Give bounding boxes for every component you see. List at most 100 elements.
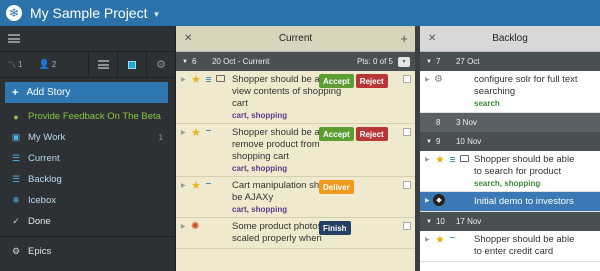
iteration-date: 27 Oct [455, 57, 480, 66]
reject-button[interactable]: Reject [355, 127, 388, 141]
select-checkbox[interactable] [403, 181, 411, 189]
add-story-icon[interactable]: + [400, 31, 408, 46]
star-icon: ★ [191, 180, 201, 192]
sidebar-item-feedback[interactable]: ● Provide Feedback On The Beta [0, 106, 175, 127]
deliver-button[interactable]: Deliver [319, 180, 354, 194]
close-icon[interactable]: ✕ [428, 33, 436, 44]
story-labels[interactable]: search [474, 99, 600, 108]
divider [0, 236, 175, 237]
story-item[interactable]: ▶ ★ Shopper should be able to search for… [420, 151, 600, 192]
iteration-date: 3 Nov [456, 118, 477, 127]
story-item[interactable]: ▶ ★ Shopper should be able to remove pro… [176, 124, 415, 177]
finish-button[interactable]: Finish [319, 221, 351, 235]
current-panel-header: ✕ Current + [176, 26, 415, 52]
estimate-icon [450, 237, 455, 244]
story-labels[interactable]: cart, shopping [232, 205, 415, 214]
add-story-label: Add Story [26, 87, 71, 98]
reject-button[interactable]: Reject [355, 74, 388, 88]
list-icon [97, 60, 109, 69]
story-labels[interactable]: search, shopping [474, 179, 600, 188]
estimate-icon [206, 77, 211, 84]
close-icon[interactable]: ✕ [184, 33, 192, 44]
list-view-button[interactable] [88, 51, 117, 78]
collapse-icon[interactable]: ▼ [426, 139, 432, 145]
iteration-date: 17 Nov [455, 217, 482, 226]
star-icon: ★ [435, 154, 445, 166]
expand-icon[interactable]: ▶ [181, 76, 186, 83]
snowflake-icon[interactable]: ❄ [6, 5, 22, 21]
gear-icon: ⚙ [11, 246, 21, 256]
toggle-icon[interactable]: ▾ [398, 56, 410, 67]
collapse-icon[interactable]: ▼ [426, 59, 432, 65]
story-item[interactable]: ▶ ★ Cart manipulation should be AJAXy ca… [176, 177, 415, 218]
accept-button[interactable]: Accept [319, 127, 354, 141]
story-item[interactable]: ▶ ★ Shopper should be able to enter cred… [420, 231, 600, 262]
star-icon: ★ [435, 234, 445, 246]
menu-icon[interactable] [8, 34, 20, 43]
settings-button[interactable]: ⚙ [146, 51, 175, 78]
chevron-down-icon[interactable]: ▼ [152, 10, 160, 19]
iteration-date: 10 Nov [455, 137, 482, 146]
velocity-icon: 〽 [7, 60, 17, 70]
sidebar-item-done[interactable]: ✓ Done [0, 211, 175, 232]
expand-icon[interactable]: ▶ [425, 197, 430, 204]
sidebar: 〽 1 👤 2 ⚙ + Add Story ● Provide Feedback On … [0, 26, 175, 271]
sidebar-item-label: Epics [28, 246, 52, 257]
collapse-icon[interactable]: ▼ [426, 219, 432, 225]
iteration-header[interactable]: ▼ 9 10 Nov [420, 132, 600, 151]
iteration-header[interactable]: ▼ 7 27 Oct [420, 52, 600, 71]
sidebar-item-my-work[interactable]: ▣ My Work 1 [0, 127, 175, 148]
iteration-header[interactable]: ▼ 10 17 Nov [420, 212, 600, 231]
expand-icon[interactable]: ▶ [181, 129, 186, 136]
sidebar-item-label: Done [28, 216, 51, 227]
story-item[interactable]: ▶ ✺ Some product photos not scaled prope… [176, 218, 415, 249]
iteration-header[interactable]: 8 3 Nov [420, 113, 600, 132]
star-icon: ★ [191, 74, 201, 86]
add-story-button[interactable]: + Add Story [5, 82, 168, 103]
sidebar-item-label: Icebox [28, 195, 56, 206]
project-title[interactable]: My Sample Project [30, 5, 147, 21]
select-checkbox[interactable] [403, 128, 411, 136]
expand-icon[interactable]: ▶ [425, 156, 430, 163]
current-panel: ✕ Current + ▼ 6 20 Oct - Current Pts: 0 … [175, 26, 415, 271]
panel-title: Current [278, 33, 313, 44]
expand-icon[interactable]: ▶ [181, 182, 186, 189]
iteration-header[interactable]: ▼ 6 20 Oct - Current Pts: 0 of 5 ▾ [176, 52, 415, 71]
sidebar-item-current[interactable]: ☰ Current [0, 148, 175, 169]
members-count: 2 [51, 60, 57, 69]
inbox-icon: ▣ [11, 132, 21, 142]
plus-icon: + [12, 86, 19, 99]
select-checkbox[interactable] [403, 222, 411, 230]
story-labels[interactable]: cart, shopping [232, 111, 415, 120]
expand-icon[interactable]: ▶ [181, 223, 186, 230]
expand-icon[interactable]: ▶ [425, 236, 430, 243]
accept-button[interactable]: Accept [319, 74, 354, 88]
story-item[interactable]: ▶ ★ Shopper should be able to view conte… [176, 71, 415, 124]
sidebar-item-icebox[interactable]: ❄ Icebox [0, 190, 175, 211]
release-icon: ◆ [433, 194, 445, 206]
color-toggle-button[interactable] [117, 51, 146, 78]
members-stat: 👤 2 [38, 59, 56, 70]
story-name: Initial demo to investors [474, 196, 574, 207]
list-icon: ☰ [11, 153, 21, 163]
story-name: Shopper should be able to search for pro… [474, 154, 575, 177]
color-square-icon [128, 60, 136, 69]
iteration-number: 7 [435, 57, 441, 66]
expand-icon[interactable]: ▶ [425, 76, 430, 83]
collapse-icon[interactable]: ▼ [182, 59, 188, 65]
chat-icon: ● [13, 111, 19, 122]
snowflake-icon: ❄ [12, 195, 20, 205]
sidebar-item-label: Provide Feedback On The Beta [28, 111, 161, 122]
estimate-icon [206, 130, 211, 137]
iteration-number: 9 [435, 137, 441, 146]
select-checkbox[interactable] [403, 75, 411, 83]
story-labels[interactable]: cart, shopping [232, 164, 415, 173]
story-item[interactable]: ▶ ⚙ configure solr for full text searchi… [420, 71, 600, 113]
sidebar-item-backlog[interactable]: ☰ Backlog [0, 169, 175, 190]
sidebar-item-epics[interactable]: ⚙ Epics [0, 241, 175, 262]
gear-icon: ⚙ [434, 74, 443, 85]
story-item-selected[interactable]: ▶ ◆ Initial demo to investors [420, 192, 600, 212]
iteration-points: Pts: 0 of 5 [356, 57, 393, 66]
velocity-stat: 〽 1 [7, 58, 22, 71]
sidebar-item-label: My Work [28, 132, 66, 143]
